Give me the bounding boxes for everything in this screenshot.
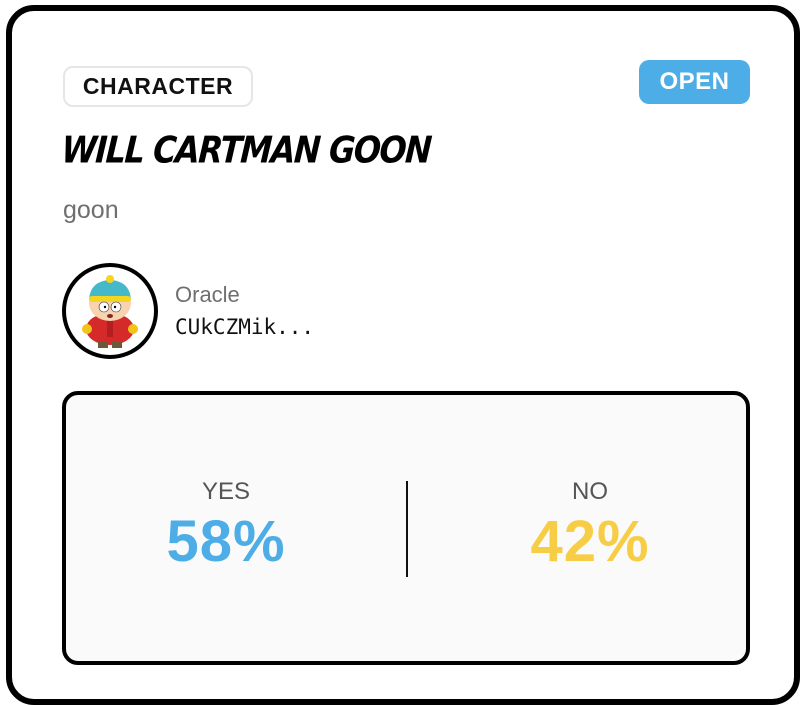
cartman-avatar-icon [82,275,138,348]
yes-percentage: 58% [166,509,286,574]
category-tag: CHARACTER [63,66,253,107]
odds-divider [406,481,408,577]
market-description: goon [63,196,119,224]
status-badge: OPEN [639,60,750,104]
oracle-label: Oracle [175,282,240,307]
no-label: NO [572,478,608,505]
odds-panel: YES 58% NO 42% [62,391,750,665]
oracle-avatar [62,263,158,359]
no-percentage: 42% [530,509,650,574]
yes-odds[interactable]: YES 58% [66,477,386,577]
no-odds[interactable]: NO 42% [430,477,750,577]
yes-label: YES [201,478,251,505]
market-title: Will Cartman Goon [60,128,432,172]
oracle-address[interactable]: CUkCZMik... [175,315,314,339]
